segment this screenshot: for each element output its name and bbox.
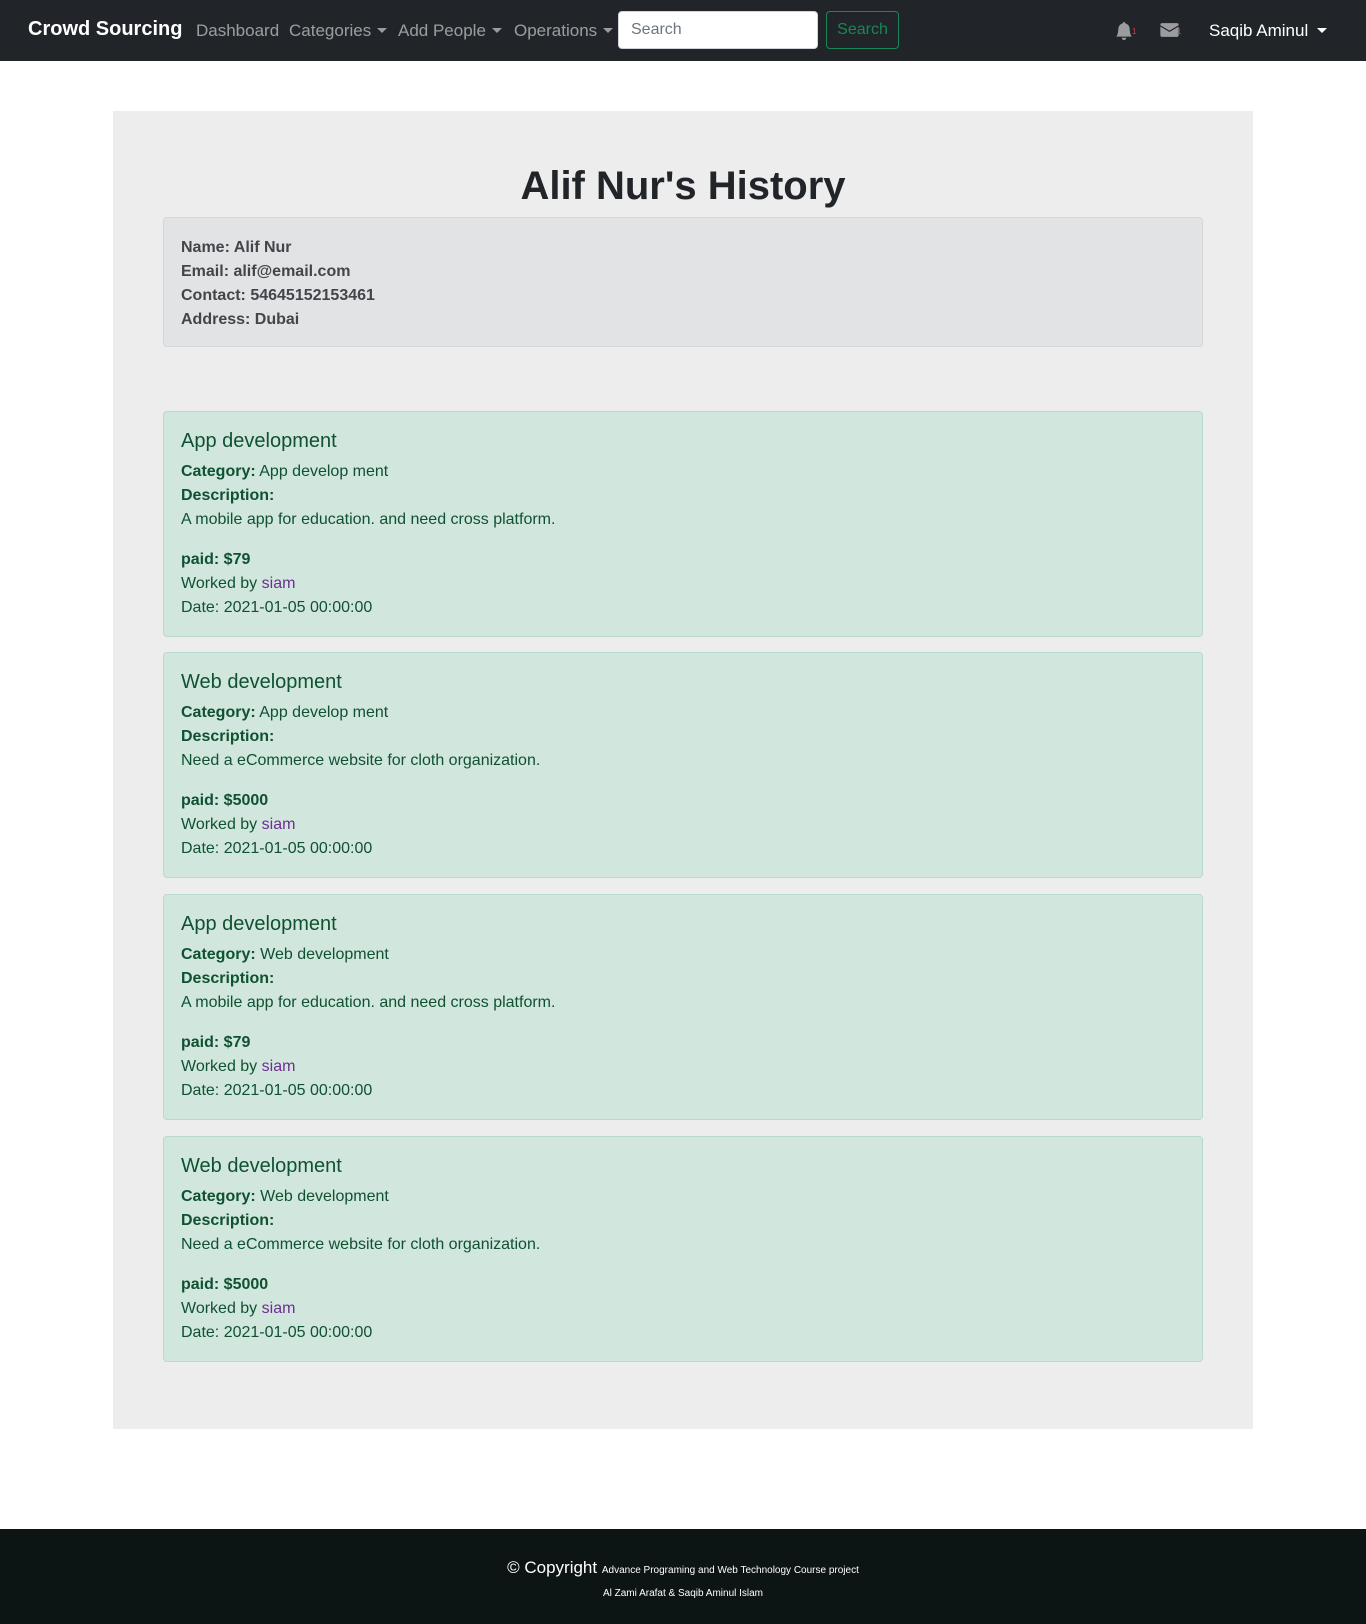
job-title: Web development [181,1155,342,1177]
worked-by-label: Worked by [181,1300,258,1317]
messages-button[interactable]: 1 [1160,22,1182,40]
profile-info-box: Name: Alif Nur Email: alif@email.com Con… [163,217,1203,347]
chevron-down-icon [377,28,388,33]
job-paid: paid: $5000 [181,792,269,809]
category-label: Category: [181,463,256,480]
worked-by-label: Worked by [181,1058,258,1075]
job-card: App development Category: App develop me… [163,411,1203,637]
job-card: App development Category: Web developmen… [163,894,1203,1120]
footer-copyright-line: © Copyright Advance Programing and Web T… [0,1557,1366,1582]
page-footer: © Copyright Advance Programing and Web T… [0,1529,1366,1624]
top-navbar: Crowd Sourcing Dashboard Categories Add … [0,0,1366,61]
worked-by-label: Worked by [181,816,258,833]
job-description: Need a eCommerce website for cloth organ… [181,1236,541,1253]
chevron-down-icon [603,28,614,33]
description-label: Description: [181,728,275,745]
nav-categories-dropdown[interactable]: Categories [289,20,388,42]
brand-link[interactable]: Crowd Sourcing [28,16,182,42]
job-date: Date: 2021-01-05 00:00:00 [181,599,373,616]
chevron-down-icon [491,28,502,33]
job-title: App development [181,913,337,935]
job-paid: paid: $79 [181,551,251,568]
job-card: Web development Category: App develop me… [163,652,1203,878]
worker-link[interactable]: siam [262,1058,296,1075]
nav-dashboard[interactable]: Dashboard [196,20,279,42]
job-category: Web development [260,946,389,963]
profile-address: Address: Dubai [181,311,300,328]
job-paid: paid: $79 [181,1034,251,1051]
worker-link[interactable]: siam [262,1300,296,1317]
job-date: Date: 2021-01-05 00:00:00 [181,1324,373,1341]
bell-icon [1116,22,1132,40]
job-description: A mobile app for education. and need cro… [181,511,556,528]
worker-link[interactable]: siam [262,575,296,592]
job-date: Date: 2021-01-05 00:00:00 [181,1082,373,1099]
footer-authors: Al Zami Arafat & Saqib Aminul Islam [602,1588,764,1599]
profile-name: Name: Alif Nur [181,239,292,256]
nav-categories-label: Categories [289,21,372,40]
job-date: Date: 2021-01-05 00:00:00 [181,840,373,857]
job-description: Need a eCommerce website for cloth organ… [181,752,541,769]
worked-by-label: Worked by [181,575,258,592]
job-description: A mobile app for education. and need cro… [181,994,556,1011]
profile-email: Email: alif@email.com [181,263,351,280]
job-category: Web development [260,1188,389,1205]
job-title: App development [181,430,337,452]
category-label: Category: [181,1188,256,1205]
notifications-button[interactable]: 1 [1115,22,1137,40]
job-title: Web development [181,671,342,693]
nav-add-people-label: Add People [398,21,486,40]
page-title: Alif Nur's History [520,164,846,208]
search-input[interactable] [618,11,818,49]
copyright-text: © Copyright [507,1558,598,1577]
description-label: Description: [181,487,275,504]
job-category: App develop ment [259,704,389,721]
job-card: Web development Category: Web developmen… [163,1136,1203,1362]
notification-count-badge: 1 [1132,27,1137,36]
history-container: Alif Nur's History Name: Alif Nur Email:… [113,111,1253,1429]
profile-contact: Contact: 54645152153461 [181,287,375,304]
job-paid: paid: $5000 [181,1276,269,1293]
description-label: Description: [181,970,275,987]
chevron-down-icon [1317,28,1328,33]
worker-link[interactable]: siam [262,816,296,833]
nav-add-people-dropdown[interactable]: Add People [398,20,502,42]
job-category: App develop ment [259,463,389,480]
footer-project: Advance Programing and Web Technology Co… [601,1565,859,1576]
search-button[interactable]: Search [826,11,899,49]
category-label: Category: [181,704,256,721]
user-menu-dropdown[interactable]: Saqib Aminul [1209,20,1328,42]
category-label: Category: [181,946,256,963]
nav-operations-label: Operations [514,21,598,40]
message-count-badge: 1 [1177,27,1182,36]
description-label: Description: [181,1212,275,1229]
nav-operations-dropdown[interactable]: Operations [514,20,614,42]
user-name: Saqib Aminul [1209,21,1309,40]
